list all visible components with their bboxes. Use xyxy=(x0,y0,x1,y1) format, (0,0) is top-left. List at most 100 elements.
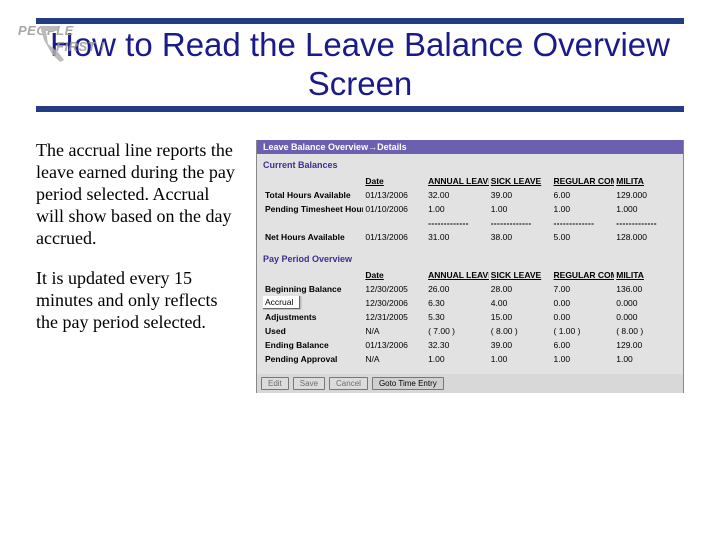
cell: 1.00 xyxy=(614,352,677,366)
window-titlebar: Leave Balance Overview→Details xyxy=(257,140,683,154)
cell-date: 01/10/2006 xyxy=(363,202,426,216)
col-blank xyxy=(263,174,363,188)
content-row: The accrual line reports the leave earne… xyxy=(36,140,684,393)
cell: 26.00 xyxy=(426,282,489,296)
table-row: Used N/A ( 7.00 ) ( 8.00 ) ( 1.00 ) ( 8.… xyxy=(263,324,677,338)
body-text: The accrual line reports the leave earne… xyxy=(36,140,236,393)
table-row: Beginning Balance 12/30/2005 26.00 28.00… xyxy=(263,282,677,296)
col-blank xyxy=(263,268,363,282)
col-comp: REGULAR COMP LEAVE xyxy=(552,174,615,188)
table-row: Pending Approval N/A 1.00 1.00 1.00 1.00 xyxy=(263,352,677,366)
cell: ( 7.00 ) xyxy=(426,324,489,338)
edit-button[interactable]: Edit xyxy=(261,377,289,390)
cell: 38.00 xyxy=(489,230,552,244)
row-label: Used xyxy=(263,324,363,338)
section-current-balances-heading: Current Balances xyxy=(263,160,677,170)
table-row-accrual: Accrual 12/30/2006 6.30 4.00 0.00 0.000 xyxy=(263,296,677,310)
col-annual: ANNUAL LEAVE xyxy=(426,174,489,188)
cell: 128.000 xyxy=(614,230,677,244)
cell-date: 12/31/2005 xyxy=(363,310,426,324)
col-annual: ANNUAL LEAVE xyxy=(426,268,489,282)
cell: 129.00 xyxy=(614,338,677,352)
col-date: Date xyxy=(363,174,426,188)
table-row: Pending Timesheet Hours 01/10/2006 1.00 … xyxy=(263,202,677,216)
window-body: Current Balances Date ANNUAL LEAVE SICK … xyxy=(257,154,683,374)
slide-title: How to Read the Leave Balance Overview S… xyxy=(36,26,684,104)
cell: 1.00 xyxy=(552,352,615,366)
table-header-row: Date ANNUAL LEAVE SICK LEAVE REGULAR COM… xyxy=(263,268,677,282)
table-row: Adjustments 12/31/2005 5.30 15.00 0.00 0… xyxy=(263,310,677,324)
cell: 39.00 xyxy=(489,188,552,202)
cell: 4.00 xyxy=(489,296,552,310)
cell: 1.00 xyxy=(489,202,552,216)
cell: 1.00 xyxy=(489,352,552,366)
table-row: Net Hours Available 01/13/2006 31.00 38.… xyxy=(263,230,677,244)
cell: 1.00 xyxy=(426,352,489,366)
cell: 15.00 xyxy=(489,310,552,324)
table-row-divider: ------------- ------------- ------------… xyxy=(263,216,677,230)
table-row: Total Hours Available 01/13/2006 32.00 3… xyxy=(263,188,677,202)
cell: 0.000 xyxy=(614,310,677,324)
cell: 6.00 xyxy=(552,338,615,352)
cell: 5.30 xyxy=(426,310,489,324)
cell: 32.30 xyxy=(426,338,489,352)
cell: 28.00 xyxy=(489,282,552,296)
cell: 1.00 xyxy=(426,202,489,216)
col-milita: MILITA xyxy=(614,174,677,188)
cell-date: 01/13/2006 xyxy=(363,338,426,352)
cell: ( 8.00 ) xyxy=(489,324,552,338)
florida-shape-icon xyxy=(38,24,66,64)
cell: 1.00 xyxy=(552,202,615,216)
cell: ------------- xyxy=(489,216,552,230)
current-balances-table: Date ANNUAL LEAVE SICK LEAVE REGULAR COM… xyxy=(263,174,677,244)
col-milita: MILITA xyxy=(614,268,677,282)
cell-date: 12/30/2006 xyxy=(363,296,426,310)
cell: 129.000 xyxy=(614,188,677,202)
people-first-logo: PEOPLE FIRST ! xyxy=(8,22,108,68)
cell: ------------- xyxy=(426,216,489,230)
cell: 31.00 xyxy=(426,230,489,244)
cell: 6.30 xyxy=(426,296,489,310)
title-bar: How to Read the Leave Balance Overview S… xyxy=(36,18,684,112)
cell: ------------- xyxy=(552,216,615,230)
section-pay-period-heading: Pay Period Overview xyxy=(263,254,677,264)
cell-date: 01/13/2006 xyxy=(363,230,426,244)
cell-date: N/A xyxy=(363,324,426,338)
col-date: Date xyxy=(363,268,426,282)
cell-date: N/A xyxy=(363,352,426,366)
cell: 39.00 xyxy=(489,338,552,352)
row-label: Adjustments xyxy=(263,310,363,324)
cancel-button[interactable]: Cancel xyxy=(329,377,368,390)
row-label: Pending Timesheet Hours xyxy=(263,202,363,216)
cell: 1.000 xyxy=(614,202,677,216)
col-sick: SICK LEAVE xyxy=(489,174,552,188)
save-button[interactable]: Save xyxy=(293,377,325,390)
paragraph-2: It is updated every 15 minutes and only … xyxy=(36,268,236,334)
cell: 0.00 xyxy=(552,310,615,324)
slide-container: PEOPLE FIRST ! How to Read the Leave Bal… xyxy=(0,0,720,540)
row-label: Accrual xyxy=(263,296,363,310)
cell: 136.00 xyxy=(614,282,677,296)
row-label: Net Hours Available xyxy=(263,230,363,244)
cell: ------------- xyxy=(614,216,677,230)
goto-time-entry-button[interactable]: Goto Time Entry xyxy=(372,377,444,390)
accrual-callout: Accrual xyxy=(263,296,300,309)
cell: 32.00 xyxy=(426,188,489,202)
button-bar: Edit Save Cancel Goto Time Entry xyxy=(257,374,683,393)
cell: ( 8.00 ) xyxy=(614,324,677,338)
cell: 7.00 xyxy=(552,282,615,296)
cell-date: 12/30/2005 xyxy=(363,282,426,296)
cell-date: 01/13/2006 xyxy=(363,188,426,202)
cell: 0.000 xyxy=(614,296,677,310)
cell: 5.00 xyxy=(552,230,615,244)
cell: 0.00 xyxy=(552,296,615,310)
pay-period-table: Date ANNUAL LEAVE SICK LEAVE REGULAR COM… xyxy=(263,268,677,366)
row-label: Pending Approval xyxy=(263,352,363,366)
row-label: Ending Balance xyxy=(263,338,363,352)
table-header-row: Date ANNUAL LEAVE SICK LEAVE REGULAR COM… xyxy=(263,174,677,188)
paragraph-1: The accrual line reports the leave earne… xyxy=(36,140,236,250)
row-label: Beginning Balance xyxy=(263,282,363,296)
cell: ( 1.00 ) xyxy=(552,324,615,338)
col-comp: REGULAR COMP LEAVE xyxy=(552,268,615,282)
cell: 6.00 xyxy=(552,188,615,202)
